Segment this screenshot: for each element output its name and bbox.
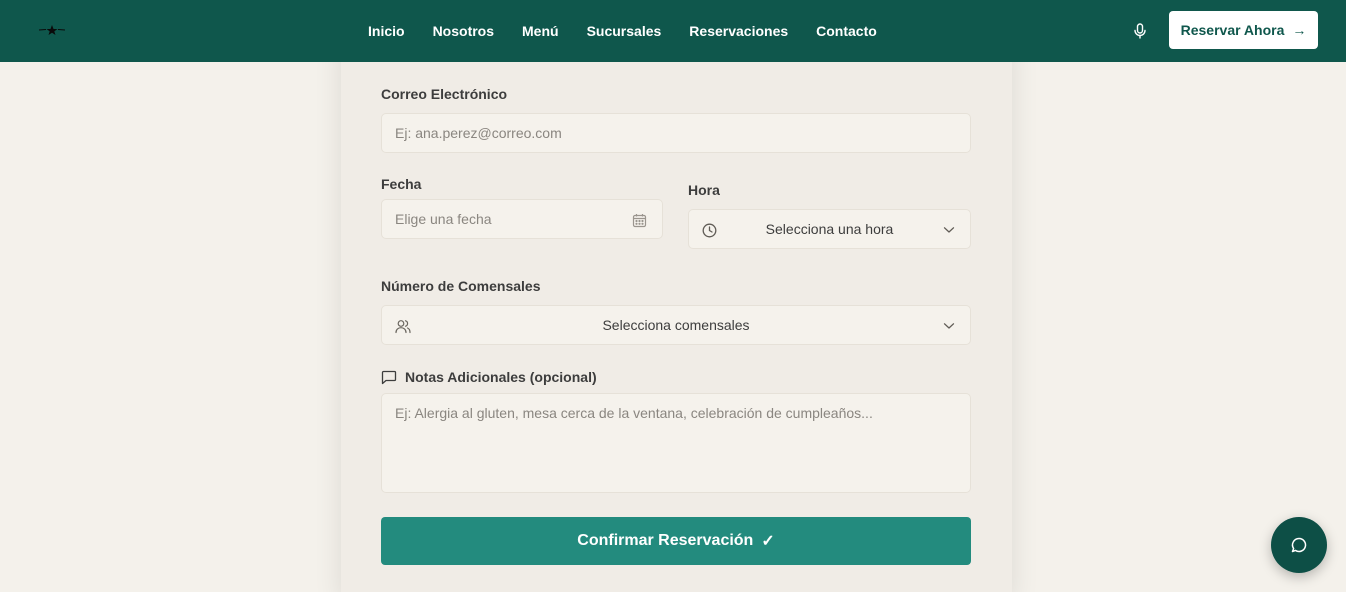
- date-label-text: Fecha: [381, 176, 422, 192]
- reserve-now-button[interactable]: Reservar Ahora →: [1169, 11, 1318, 49]
- date-label: Fecha: [381, 176, 421, 192]
- nav-link-menu[interactable]: Menú: [522, 23, 559, 39]
- logo-icon[interactable]: [36, 20, 68, 40]
- nav-link-reservaciones[interactable]: Reservaciones: [689, 23, 788, 39]
- date-field[interactable]: Elige una fecha: [381, 199, 663, 239]
- email-placeholder: Ej: ana.perez@correo.com: [395, 125, 562, 141]
- navbar: Inicio Nosotros Menú Sucursales Reservac…: [0, 0, 1346, 62]
- notes-placeholder: Ej: Alergia al gluten, mesa cerca de la …: [395, 405, 873, 421]
- guests-label-text: Número de Comensales: [381, 278, 541, 294]
- confirm-reservation-label: Confirmar Reservación: [577, 532, 754, 549]
- email-label-text: Correo Electrónico: [381, 86, 508, 102]
- check-icon: ✓: [761, 533, 775, 550]
- nav-link-contacto[interactable]: Contacto: [816, 23, 877, 39]
- chevron-down-icon: [942, 223, 956, 237]
- time-select[interactable]: Selecciona una hora: [688, 209, 971, 249]
- time-select-value: Selecciona una hora: [765, 221, 894, 237]
- chat-button[interactable]: [1271, 517, 1327, 573]
- nav-link-inicio[interactable]: Inicio: [368, 23, 405, 39]
- nav-link-sucursales[interactable]: Sucursales: [587, 23, 662, 39]
- date-placeholder: Elige una fecha: [395, 211, 492, 227]
- calendar-icon: [631, 212, 647, 228]
- time-label-text: Hora: [688, 182, 720, 198]
- email-field[interactable]: Ej: ana.perez@correo.com: [381, 113, 971, 153]
- nav-link-nosotros[interactable]: Nosotros: [433, 23, 494, 39]
- email-label: Correo Electrónico: [381, 86, 507, 102]
- chat-icon: [1290, 536, 1308, 554]
- confirm-reservation-button[interactable]: Confirmar Reservación ✓: [381, 517, 971, 565]
- notes-label-text: Notas Adicionales (opcional): [405, 369, 597, 385]
- notes-label: Notas Adicionales (opcional): [381, 369, 597, 385]
- main-nav: Inicio Nosotros Menú Sucursales Reservac…: [368, 0, 877, 62]
- arrow-right-icon: →: [1292, 22, 1307, 38]
- notes-textarea[interactable]: Ej: Alergia al gluten, mesa cerca de la …: [381, 393, 971, 493]
- microphone-icon[interactable]: [1130, 21, 1150, 41]
- guests-select-value: Selecciona comensales: [602, 317, 750, 333]
- message-icon: [381, 370, 397, 385]
- guests-select[interactable]: Selecciona comensales: [381, 305, 971, 345]
- chevron-down-icon: [942, 319, 956, 333]
- guests-label: Número de Comensales: [381, 278, 541, 294]
- reserve-now-label: Reservar Ahora: [1180, 22, 1285, 38]
- time-label: Hora: [688, 182, 720, 198]
